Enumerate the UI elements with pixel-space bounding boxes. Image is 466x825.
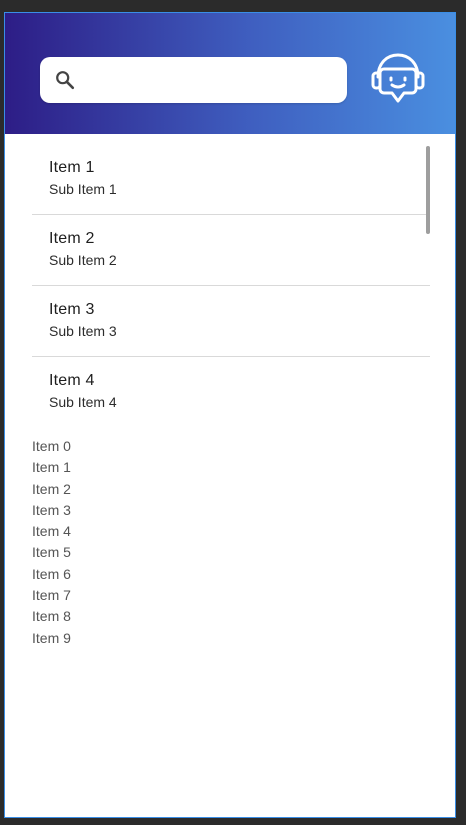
simple-list-item[interactable]: Item 0 (32, 436, 71, 457)
search-input[interactable] (86, 56, 335, 104)
search-icon (54, 69, 76, 91)
app-window: Item 1 Sub Item 1 Item 2 Sub Item 2 Item… (4, 12, 456, 818)
list-item[interactable]: Item 2 Sub Item 2 (32, 215, 430, 286)
simple-list: Item 0 Item 1 Item 2 Item 3 Item 4 Item … (32, 436, 71, 649)
list-item[interactable]: Item 4 Sub Item 4 (32, 357, 430, 428)
simple-list-item[interactable]: Item 1 (32, 457, 71, 478)
scrollbar-thumb[interactable] (426, 146, 430, 234)
simple-list-item[interactable]: Item 5 (32, 542, 71, 563)
simple-list-item[interactable]: Item 4 (32, 521, 71, 542)
list-item-title: Item 2 (49, 230, 95, 247)
list-item[interactable]: Item 1 Sub Item 1 (32, 144, 430, 215)
simple-list-item[interactable]: Item 2 (32, 479, 71, 500)
simple-list-item[interactable]: Item 6 (32, 564, 71, 585)
search-bar[interactable] (40, 56, 347, 104)
simple-list-item[interactable]: Item 8 (32, 606, 71, 627)
simple-list-item[interactable]: Item 9 (32, 628, 71, 649)
app-header (5, 13, 455, 134)
support-bot-icon[interactable] (370, 51, 426, 109)
list-item-title: Item 3 (49, 301, 95, 318)
list-item-subtitle: Sub Item 4 (49, 394, 117, 410)
list-item[interactable]: Item 3 Sub Item 3 (32, 286, 430, 357)
card-list: Item 1 Sub Item 1 Item 2 Sub Item 2 Item… (32, 144, 430, 428)
list-item-title: Item 1 (49, 159, 95, 176)
simple-list-item[interactable]: Item 3 (32, 500, 71, 521)
list-item-subtitle: Sub Item 1 (49, 181, 117, 197)
simple-list-item[interactable]: Item 7 (32, 585, 71, 606)
list-item-subtitle: Sub Item 2 (49, 252, 117, 268)
list-item-subtitle: Sub Item 3 (49, 323, 117, 339)
content-area: Item 1 Sub Item 1 Item 2 Sub Item 2 Item… (5, 134, 455, 817)
list-item-title: Item 4 (49, 372, 95, 389)
